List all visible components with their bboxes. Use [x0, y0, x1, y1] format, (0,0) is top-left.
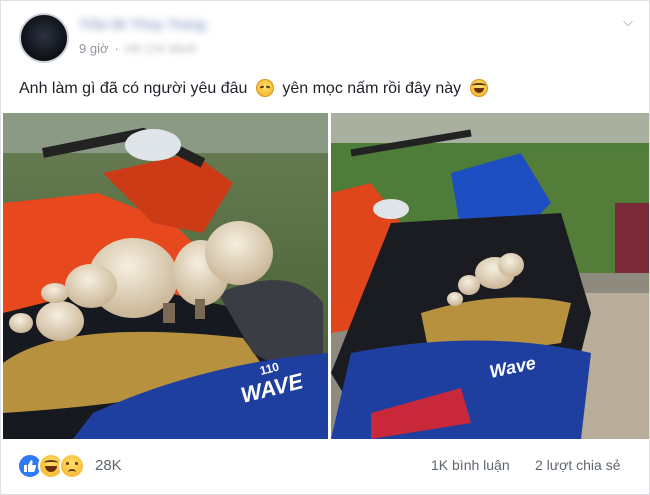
separator-dot: ·: [114, 41, 119, 56]
comment-count-link[interactable]: 1K bình luận: [431, 457, 510, 473]
avatar[interactable]: [19, 13, 69, 63]
chevron-down-icon[interactable]: ⌵: [621, 15, 635, 29]
reaction-icons[interactable]: [17, 453, 85, 479]
post-photo-right[interactable]: Wave: [331, 113, 649, 439]
post-time[interactable]: 9 giờ: [79, 41, 109, 57]
post-text: Anh làm gì đã có người yêu đâu yên mọc n…: [19, 79, 619, 99]
author-name[interactable]: Trần Bì Thùy Trang: [79, 15, 339, 33]
laughing-face-icon: [469, 79, 488, 97]
post-stats: 28K 1K bình luận 2 lượt chia sẻ: [1, 449, 649, 481]
post-location[interactable]: Hồ Chí Minh: [125, 41, 197, 57]
disappointed-face-icon: [255, 79, 274, 97]
post-card: Trần Bì Thùy Trang 9 giờ · Hồ Chí Minh ⌵…: [0, 0, 650, 495]
post-meta: 9 giờ · Hồ Chí Minh: [79, 41, 197, 57]
sad-reaction-icon: [59, 453, 85, 479]
post-text-part1: Anh làm gì đã có người yêu đâu: [19, 80, 248, 97]
share-count-link[interactable]: 2 lượt chia sẻ: [535, 457, 620, 473]
post-photo-left[interactable]: WAVE 110: [3, 113, 328, 439]
post-text-part2: yên mọc nấm rồi đây này: [282, 80, 462, 97]
reaction-count[interactable]: 28K: [95, 457, 122, 474]
